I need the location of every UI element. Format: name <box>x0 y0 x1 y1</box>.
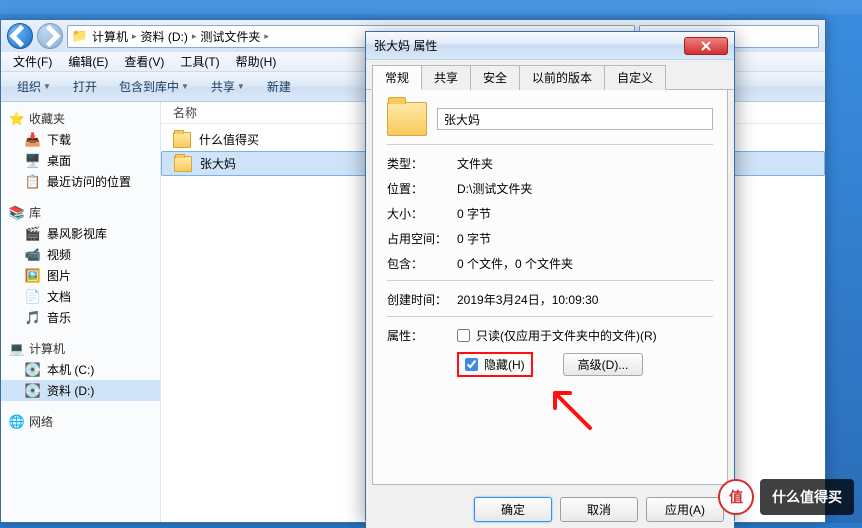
include-button[interactable]: 包含到库中▼ <box>111 76 197 97</box>
nav-back-button[interactable] <box>7 23 33 49</box>
folder-icon: 📁 <box>72 28 88 44</box>
video-icon: 🎬 <box>25 226 41 242</box>
network-icon: 🌐 <box>9 414 25 430</box>
dialog-footer: 确定 取消 应用(A) <box>366 491 734 528</box>
contains-label: 包含： <box>387 255 447 272</box>
folder-icon <box>173 132 191 148</box>
drive-icon: 💽 <box>25 383 41 399</box>
sidebar-computer-header[interactable]: 💻计算机 <box>1 338 160 359</box>
sidebar-item-drive-c[interactable]: 💽本机 (C:) <box>1 359 160 380</box>
size-value: 0 字节 <box>457 205 491 222</box>
created-value: 2019年3月24日，10:09:30 <box>457 291 598 308</box>
sidebar-item-baofeng[interactable]: 🎬暴风影视库 <box>1 223 160 244</box>
watermark-icon: 值 <box>718 479 754 515</box>
folder-icon <box>387 102 427 136</box>
watermark: 值 什么值得买 <box>718 479 854 515</box>
organize-button[interactable]: 组织▼ <box>9 76 59 97</box>
folder-name-input[interactable] <box>437 108 713 130</box>
sidebar-libraries-header[interactable]: 📚库 <box>1 202 160 223</box>
video-icon: 📹 <box>25 247 41 263</box>
menu-file[interactable]: 文件(F) <box>7 52 58 71</box>
nav-forward-button[interactable] <box>37 23 63 49</box>
properties-dialog: 张大妈 属性 常规 共享 安全 以前的版本 自定义 类型： 文件夹 位置： D:\测… <box>365 31 735 521</box>
folder-icon <box>174 156 192 172</box>
sidebar-item-music[interactable]: 🎵音乐 <box>1 307 160 328</box>
crumb-folder[interactable]: 测试文件夹 <box>200 28 260 45</box>
sidebar-network-header[interactable]: 🌐网络 <box>1 411 160 432</box>
tab-security[interactable]: 安全 <box>470 65 520 90</box>
crumb-root[interactable]: 计算机 <box>92 28 128 45</box>
sidebar-item-downloads[interactable]: 📥下载 <box>1 129 160 150</box>
chevron-right-icon: ▸ <box>132 31 137 42</box>
sidebar-item-pictures[interactable]: 🖼️图片 <box>1 265 160 286</box>
readonly-checkbox[interactable] <box>457 329 470 342</box>
disk-label: 占用空间： <box>387 230 447 247</box>
contains-value: 0 个文件，0 个文件夹 <box>457 255 573 272</box>
new-button[interactable]: 新建 <box>259 76 299 97</box>
tab-general[interactable]: 常规 <box>372 65 422 90</box>
open-button[interactable]: 打开 <box>65 76 105 97</box>
dialog-title: 张大妈 属性 <box>372 37 684 54</box>
location-value: D:\测试文件夹 <box>457 180 532 197</box>
sidebar: ⭐收藏夹 📥下载 🖥️桌面 📋最近访问的位置 📚库 🎬暴风影视库 📹视频 🖼️图… <box>1 102 161 522</box>
type-value: 文件夹 <box>457 155 493 172</box>
tab-previous[interactable]: 以前的版本 <box>519 65 605 90</box>
divider <box>387 144 713 145</box>
star-icon: ⭐ <box>9 111 25 127</box>
dialog-tabs: 常规 共享 安全 以前的版本 自定义 <box>366 60 734 90</box>
chevron-right-icon: ▸ <box>192 31 197 42</box>
divider <box>387 316 713 317</box>
tab-custom[interactable]: 自定义 <box>604 65 666 90</box>
documents-icon: 📄 <box>25 289 41 305</box>
dialog-body: 类型： 文件夹 位置： D:\测试文件夹 大小： 0 字节 占用空间： 0 字节 包含：… <box>372 90 728 485</box>
menu-edit[interactable]: 编辑(E) <box>62 52 114 71</box>
music-icon: 🎵 <box>25 310 41 326</box>
hidden-highlight: 隐藏(H) <box>457 352 533 377</box>
recent-icon: 📋 <box>25 174 41 190</box>
sidebar-item-recent[interactable]: 📋最近访问的位置 <box>1 171 160 192</box>
menu-tools[interactable]: 工具(T) <box>174 52 225 71</box>
apply-button[interactable]: 应用(A) <box>646 497 724 522</box>
divider <box>387 280 713 281</box>
location-label: 位置： <box>387 180 447 197</box>
computer-icon: 💻 <box>9 341 25 357</box>
hidden-checkbox[interactable] <box>465 358 478 371</box>
sidebar-item-drive-d[interactable]: 💽资料 (D:) <box>1 380 160 401</box>
sidebar-item-videos[interactable]: 📹视频 <box>1 244 160 265</box>
menu-help[interactable]: 帮助(H) <box>230 52 283 71</box>
attributes-label: 属性： <box>387 327 447 344</box>
cancel-button[interactable]: 取消 <box>560 497 638 522</box>
advanced-button[interactable]: 高级(D)... <box>563 353 644 376</box>
share-button[interactable]: 共享▼ <box>203 76 253 97</box>
hidden-label: 隐藏(H) <box>484 356 525 373</box>
close-button[interactable] <box>684 37 728 55</box>
menu-view[interactable]: 查看(V) <box>118 52 170 71</box>
pictures-icon: 🖼️ <box>25 268 41 284</box>
size-label: 大小： <box>387 205 447 222</box>
sidebar-favorites-header[interactable]: ⭐收藏夹 <box>1 108 160 129</box>
download-icon: 📥 <box>25 132 41 148</box>
created-label: 创建时间： <box>387 291 447 308</box>
disk-value: 0 字节 <box>457 230 491 247</box>
tab-sharing[interactable]: 共享 <box>421 65 471 90</box>
desktop-icon: 🖥️ <box>25 153 41 169</box>
library-icon: 📚 <box>9 205 25 221</box>
dialog-titlebar[interactable]: 张大妈 属性 <box>366 32 734 60</box>
chevron-right-icon: ▸ <box>264 31 269 42</box>
ok-button[interactable]: 确定 <box>474 497 552 522</box>
watermark-text: 什么值得买 <box>760 479 854 515</box>
sidebar-item-documents[interactable]: 📄文档 <box>1 286 160 307</box>
type-label: 类型： <box>387 155 447 172</box>
readonly-label: 只读(仅应用于文件夹中的文件)(R) <box>476 327 657 344</box>
drive-icon: 💽 <box>25 362 41 378</box>
crumb-drive[interactable]: 资料 (D:) <box>141 28 188 45</box>
sidebar-item-desktop[interactable]: 🖥️桌面 <box>1 150 160 171</box>
